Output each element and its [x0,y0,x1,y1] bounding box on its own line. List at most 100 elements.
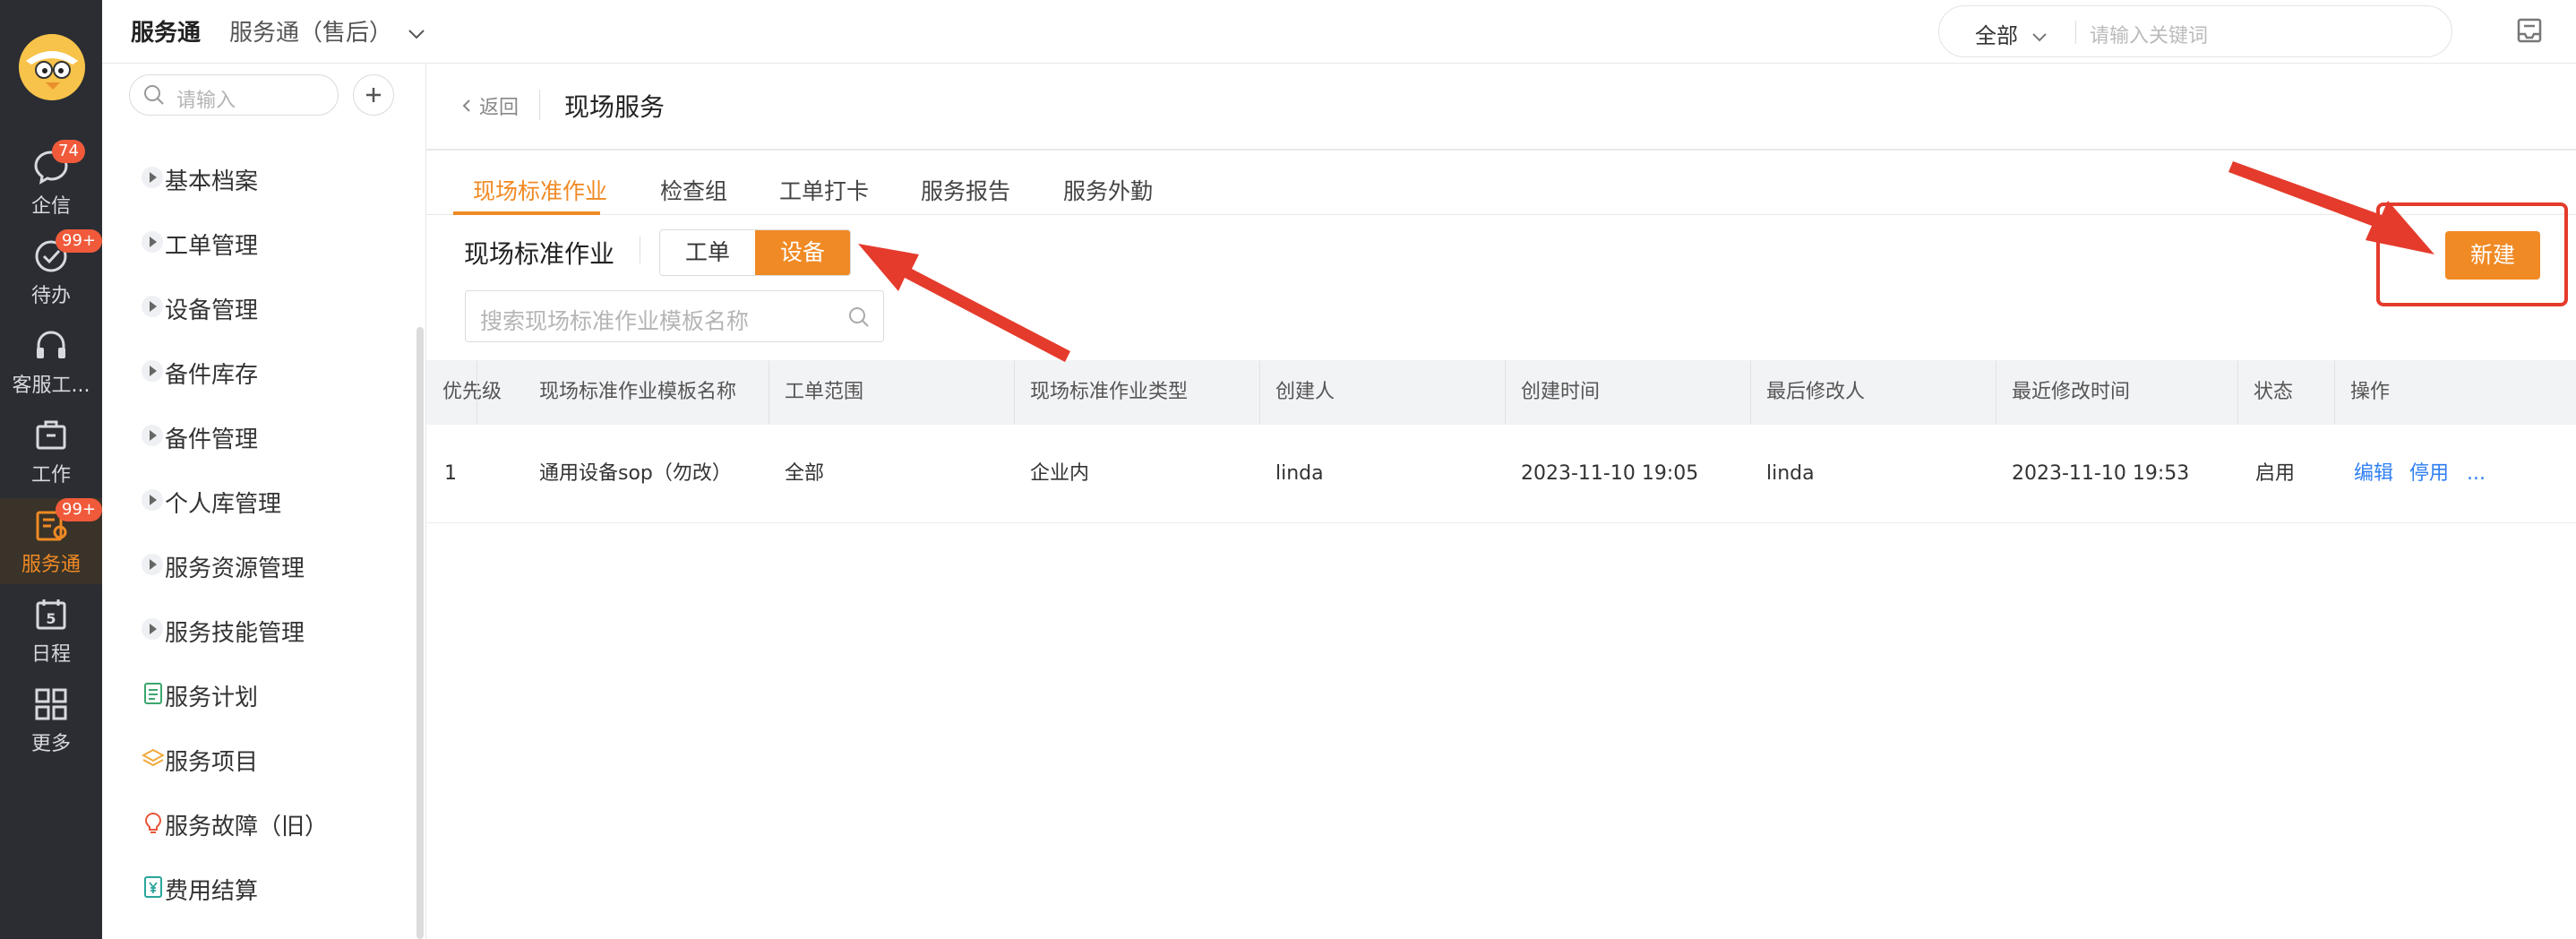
sidebar-item-service-plan[interactable]: 服务计划 [129,672,398,715]
sidebar-item-label: 服务技能管理 [165,620,305,647]
cell-creator: linda [1275,462,1324,485]
cell-status: 启用 [2255,462,2296,485]
sidebar-item-expense-settlement[interactable]: 费用结算 [129,866,398,909]
column-header-priority: 优先级 [442,381,502,403]
rail-item-label: 工作 [30,464,71,487]
toggle-work-order[interactable]: 工单 [660,230,755,275]
lightbulb-icon [144,812,162,833]
add-button[interactable] [353,74,394,116]
sidebar-scrollbar[interactable] [416,327,424,939]
inbox-icon[interactable] [2515,16,2544,45]
column-header-created-time: 创建时间 [1521,381,1601,403]
plus-icon [366,88,381,102]
back-label: 返回 [479,97,519,119]
tab-check-group[interactable]: 检查组 [660,174,727,206]
unread-badge: 74 [52,140,85,163]
column-header-actions: 操作 [2350,381,2391,403]
sidebar-search[interactable]: 请输入 [129,74,339,116]
cell-template-name: 通用设备sop（勿改） [539,462,732,485]
table-row[interactable]: 1 通用设备sop（勿改） 全部 企业内 linda 2023-11-10 19… [426,425,2576,523]
avatar-bird-icon [19,34,85,100]
rail-item-calendar[interactable]: 5 日程 [0,588,102,674]
cell-created-time: 2023-11-10 19:05 [1521,462,1699,485]
sidebar-item-work-order[interactable]: 工单管理 [129,220,398,263]
app-switcher-label: 服务通（售后） [229,20,393,47]
column-divider [1014,360,1015,425]
tab-service-report[interactable]: 服务报告 [921,174,1010,206]
expand-arrow-icon [142,554,163,575]
document-list-icon [144,683,162,704]
column-header-modified-time: 最近修改时间 [2012,381,2131,403]
tab-field-sop[interactable]: 现场标准作业 [473,174,607,206]
top-bar: 服务通 服务通（售后） 全部 请输入关键词 [102,0,2576,64]
template-search[interactable]: 搜索现场标准作业模板名称 [465,290,884,342]
new-button[interactable]: 新建 [2445,231,2540,280]
sidebar-item-parts-stock[interactable]: 备件库存 [129,349,398,392]
rail-item-label: 客服工... [12,375,90,397]
sidebar-item-service-items[interactable]: 服务项目 [129,737,398,780]
column-header-order-scope: 工单范围 [785,381,864,403]
more-actions-link[interactable]: ... [2467,425,2486,523]
sidebar-item-label: 服务资源管理 [165,556,305,582]
todo-badge: 99+ [56,229,102,253]
chevron-down-icon [2031,33,2047,42]
tab-work-order-checkin[interactable]: 工单打卡 [779,174,869,206]
rail-item-work[interactable]: 工作 [0,409,102,495]
expand-arrow-icon [142,360,163,382]
sidebar-item-label: 服务计划 [165,685,259,711]
search-input[interactable]: 请输入关键词 [2090,20,2208,48]
svg-text:5: 5 [46,610,56,627]
calendar-icon: 5 [36,599,66,630]
back-link[interactable]: 返回 [460,91,519,120]
rail-item-todo[interactable]: 99+ 待办 [0,229,102,315]
sidebar-item-label: 个人库管理 [165,491,282,518]
headset-icon [37,331,65,358]
sidebar-item-basic-archive[interactable]: 基本档案 [129,156,398,199]
chevron-down-icon [408,30,425,39]
cell-sop-type: 企业内 [1030,462,1090,485]
sidebar-item-service-skills[interactable]: 服务技能管理 [129,607,398,650]
app-title: 服务通 [131,20,202,47]
template-search-input[interactable]: 搜索现场标准作业模板名称 [480,304,749,336]
rail-item-label: 待办 [30,285,71,307]
sidebar-item-service-fault[interactable]: 服务故障（旧） [129,801,398,844]
cell-order-scope: 全部 [785,462,825,485]
rail-item-service[interactable]: 99+ 服务通 [0,498,102,584]
rail-item-label: 服务通 [21,554,81,576]
sidebar-item-label: 设备管理 [165,297,259,324]
column-divider [2237,360,2238,425]
sidebar-search-input[interactable]: 请输入 [176,84,236,113]
grid-icon [35,688,67,720]
column-divider [1750,360,1751,425]
column-header-status: 状态 [2254,381,2294,403]
rail-item-more[interactable]: 更多 [0,677,102,763]
briefcase-icon [36,420,66,450]
layers-icon [142,748,165,767]
app-switcher[interactable]: 服务通（售后） [229,14,426,47]
search-scope-select[interactable]: 全部 [1975,18,2048,49]
object-type-toggle: 工单 设备 [659,229,851,276]
rail-item-qixin[interactable]: 74 企信 [0,140,102,226]
sidebar-item-equipment[interactable]: 设备管理 [129,285,398,328]
sidebar-item-label: 基本档案 [165,168,259,195]
sidebar-item-parts-management[interactable]: 备件管理 [129,414,398,457]
sidebar-item-service-resources[interactable]: 服务资源管理 [129,543,398,586]
disable-link[interactable]: 停用 [2409,425,2449,523]
page-title: 现场服务 [564,92,665,122]
sidebar-item-label: 服务项目 [165,749,259,776]
toggle-equipment[interactable]: 设备 [755,230,850,275]
tab-field-attendance[interactable]: 服务外勤 [1063,174,1153,206]
sidebar-item-personal-stock[interactable]: 个人库管理 [129,478,398,521]
sidebar-item-label: 费用结算 [165,878,259,905]
chevron-left-icon [462,99,470,112]
cell-last-modifier: linda [1766,462,1815,485]
expand-arrow-icon [142,618,163,640]
rail-item-customer-service[interactable]: 客服工... [0,319,102,405]
column-divider [2334,360,2335,425]
edit-link[interactable]: 编辑 [2354,425,2393,523]
sidebar-item-label: 工单管理 [165,233,259,260]
sidebar-item-label: 备件管理 [165,426,259,453]
global-search[interactable]: 全部 请输入关键词 [1938,5,2452,57]
avatar[interactable] [19,34,85,100]
rail-item-label: 更多 [30,733,71,755]
